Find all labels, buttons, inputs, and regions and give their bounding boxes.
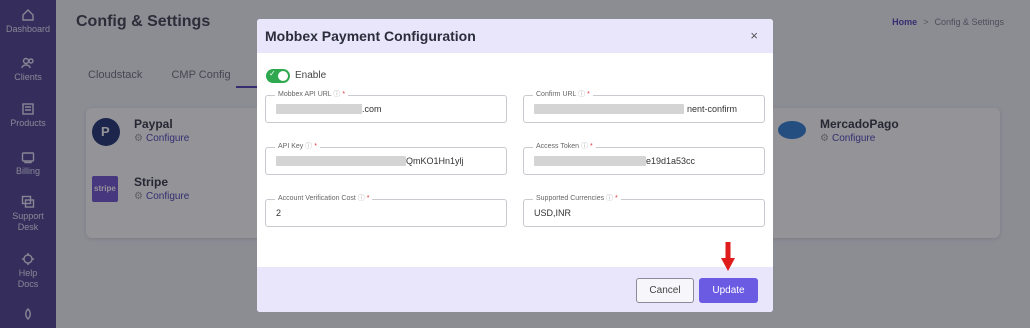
field-label: Mobbex API URL ⓘ * xyxy=(275,89,349,99)
field-value: .com xyxy=(362,104,382,114)
field-value: 2 xyxy=(276,208,282,218)
enable-label: Enable xyxy=(295,70,327,81)
redacted-text xyxy=(534,156,646,166)
help-icon: ⓘ xyxy=(606,195,614,202)
down-arrow-icon xyxy=(721,242,735,271)
close-icon[interactable]: × xyxy=(750,28,758,43)
field-value: e19d1a53cc xyxy=(646,156,696,166)
cancel-button[interactable]: Cancel xyxy=(636,278,694,303)
field-label: Access Token ⓘ * xyxy=(533,141,596,151)
field-value: nent-confirm xyxy=(687,104,738,114)
redacted-text xyxy=(276,104,362,114)
help-icon: ⓘ xyxy=(578,91,586,98)
enable-toggle[interactable]: ✓ xyxy=(266,69,290,83)
access-token-field[interactable]: Access Token ⓘ * e19d1a53cc xyxy=(523,141,765,175)
api-key-field[interactable]: API Key ⓘ * QmKO1Hn1ylj xyxy=(265,141,507,175)
field-value: USD,INR xyxy=(534,208,572,218)
supported-currencies-field[interactable]: Supported Currencies ⓘ * USD,INR xyxy=(523,193,765,227)
field-value: QmKO1Hn1ylj xyxy=(406,156,464,166)
mobbex-config-modal: Mobbex Payment Configuration × ✓ Enable … xyxy=(257,19,773,312)
redacted-text xyxy=(534,104,684,114)
field-label: Confirm URL ⓘ * xyxy=(533,89,593,99)
field-label: API Key ⓘ * xyxy=(275,141,320,151)
check-icon: ✓ xyxy=(269,69,276,78)
update-button[interactable]: Update xyxy=(699,278,758,303)
help-icon: ⓘ xyxy=(357,195,365,202)
redacted-text xyxy=(276,156,406,166)
help-icon: ⓘ xyxy=(581,143,589,150)
toggle-knob xyxy=(278,71,288,81)
help-icon: ⓘ xyxy=(333,91,341,98)
modal-header: Mobbex Payment Configuration × xyxy=(257,19,773,53)
field-label: Account Verification Cost ⓘ * xyxy=(275,193,373,203)
account-verification-cost-field[interactable]: Account Verification Cost ⓘ * 2 xyxy=(265,193,507,227)
mobbex-api-url-field[interactable]: Mobbex API URL ⓘ * .com xyxy=(265,89,507,123)
modal-title: Mobbex Payment Configuration xyxy=(265,28,476,44)
help-icon: ⓘ xyxy=(305,143,313,150)
confirm-url-field[interactable]: Confirm URL ⓘ * nent-confirm xyxy=(523,89,765,123)
field-label: Supported Currencies ⓘ * xyxy=(533,193,621,203)
modal-footer: Cancel Update xyxy=(257,267,773,312)
